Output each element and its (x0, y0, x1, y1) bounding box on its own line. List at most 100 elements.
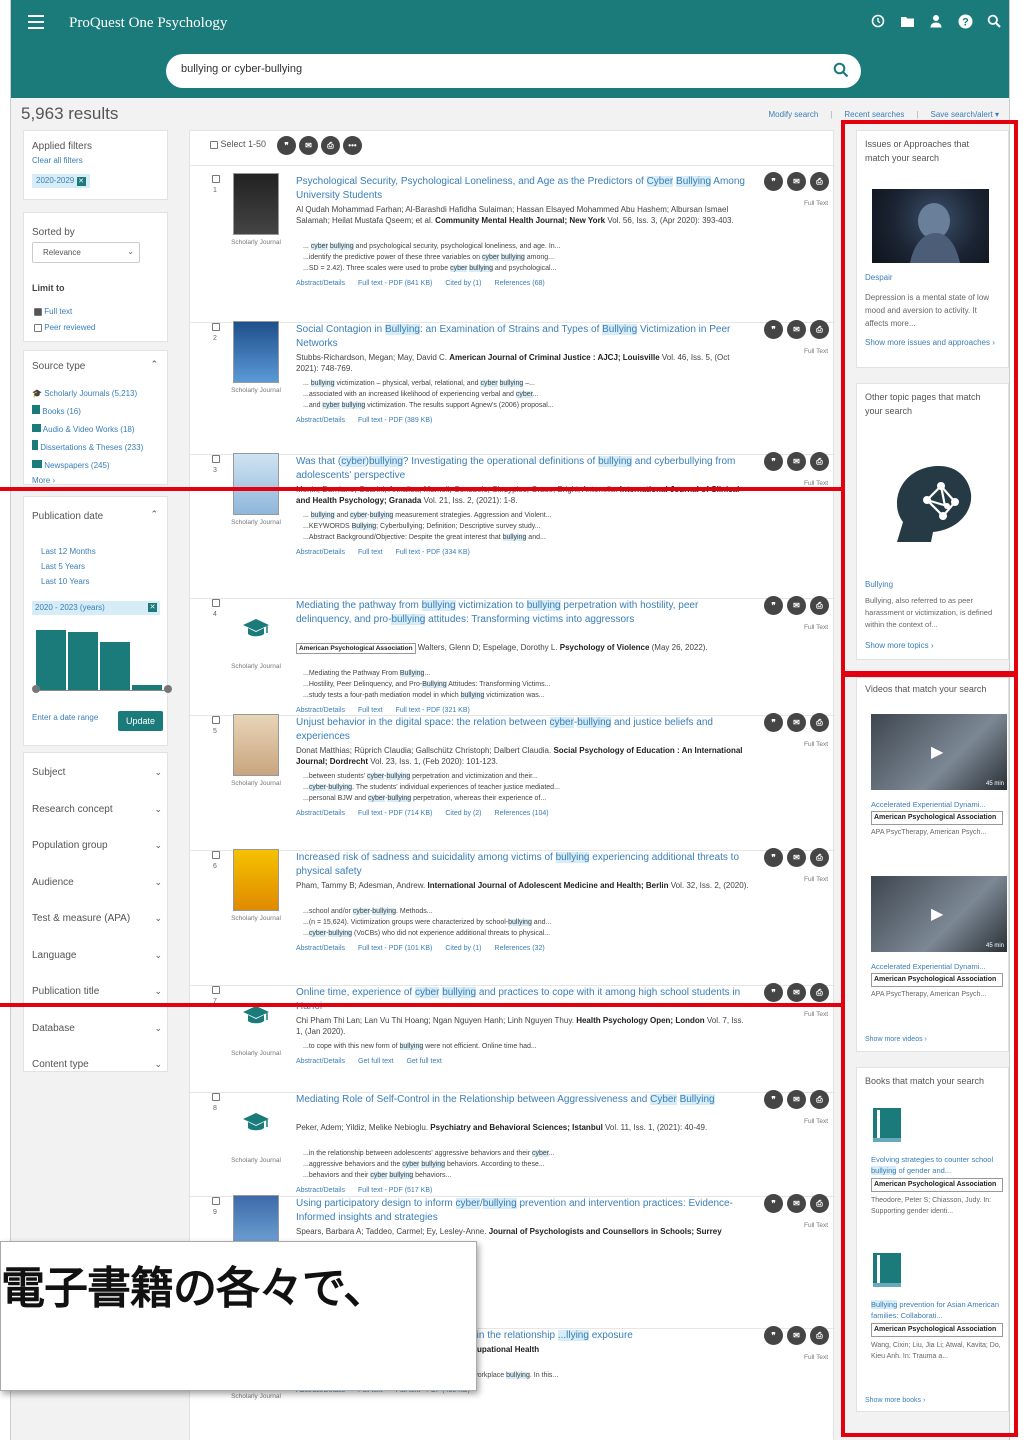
full-text-checkbox[interactable]: Full text (34, 307, 72, 316)
video-thumbnail[interactable]: ▶ 45 min (871, 714, 1007, 790)
record-checkbox[interactable] (212, 716, 220, 724)
record-checkbox[interactable] (212, 323, 220, 331)
print-icon[interactable]: ⎙ (810, 1194, 829, 1213)
help-icon[interactable]: ? (956, 12, 974, 30)
histogram-bar[interactable] (132, 684, 162, 690)
applied-filter-tag[interactable]: 2020-2029 ✕ (32, 174, 90, 188)
modify-search-link[interactable]: Modify search (769, 110, 819, 119)
email-icon[interactable]: ✉ (787, 983, 806, 1002)
facet-content-type[interactable]: Content type ⌄ (32, 1059, 162, 1070)
print-icon[interactable]: ⎙ (810, 172, 829, 191)
head-network-icon[interactable] (879, 462, 989, 554)
menu-icon[interactable] (28, 15, 44, 29)
chevron-up-icon[interactable]: ⌃ (150, 359, 158, 370)
cite-icon[interactable]: ❞ (764, 596, 783, 615)
print-icon[interactable]: ⎙ (810, 713, 829, 732)
cover-thumbnail[interactable] (233, 453, 279, 515)
record-link[interactable]: Abstract/Details (296, 810, 345, 817)
chevron-down-icon[interactable]: ⌄ (154, 1023, 162, 1034)
peer-reviewed-checkbox[interactable]: Peer reviewed (34, 323, 95, 332)
chevron-down-icon[interactable]: ⌄ (154, 913, 162, 924)
cover-thumbnail[interactable] (233, 849, 279, 911)
show-more-topics-link[interactable]: Show more topics › (865, 641, 933, 650)
print-icon[interactable]: ⎙ (810, 983, 829, 1002)
video-thumbnail[interactable]: ▶ 45 min (871, 876, 1007, 952)
sort-select[interactable]: Relevance ⌄ (32, 242, 140, 263)
cite-icon[interactable]: ❞ (764, 713, 783, 732)
range-slider-left-handle[interactable] (32, 685, 40, 693)
facet-subject[interactable]: Subject ⌄ (32, 767, 162, 778)
user-icon[interactable] (927, 12, 945, 30)
chevron-down-icon[interactable]: ⌄ (154, 767, 162, 778)
more-source-types-link[interactable]: More › (32, 476, 55, 485)
record-title-link[interactable]: Online time, experience of cyber bullyin… (296, 986, 751, 1014)
record-title-link[interactable]: Mediating Role of Self-Control in the Re… (296, 1093, 751, 1107)
email-icon[interactable]: ✉ (787, 172, 806, 191)
publication-date-title[interactable]: Publication date (32, 511, 103, 522)
record-title-link[interactable]: Social Contagion in Bullying: an Examina… (296, 323, 751, 351)
book-item[interactable]: Evolving strategies to counter school bu… (871, 1106, 1005, 1217)
search-icon[interactable] (985, 12, 1003, 30)
search-button-icon[interactable] (833, 62, 849, 83)
cite-icon[interactable]: ❞ (277, 136, 296, 155)
facet-publication-title[interactable]: Publication title ⌄ (32, 986, 162, 997)
video-title-link[interactable]: Accelerated Experiential Dynami... (871, 800, 1007, 809)
email-icon[interactable]: ✉ (299, 136, 318, 155)
print-icon[interactable]: ⎙ (810, 1090, 829, 1109)
source-item-audio-video[interactable]: Audio & Video Works (18) (32, 421, 143, 439)
record-link[interactable]: Get full text (358, 1058, 393, 1065)
record-link[interactable]: Abstract/Details (296, 280, 345, 287)
facet-language[interactable]: Language ⌄ (32, 950, 162, 961)
show-more-videos-link[interactable]: Show more videos › (865, 1036, 927, 1043)
facet-research-concept[interactable]: Research concept ⌄ (32, 804, 162, 815)
print-icon[interactable]: ⎙ (321, 136, 340, 155)
clear-all-filters-link[interactable]: Clear all filters (32, 156, 83, 165)
folder-icon[interactable] (898, 12, 916, 30)
cite-icon[interactable]: ❞ (764, 172, 783, 191)
record-link[interactable]: Abstract/Details (296, 549, 345, 556)
record-title-link[interactable]: Mediating the pathway from bullying vict… (296, 599, 751, 627)
record-title-link[interactable]: Using participatory design to inform cyb… (296, 1197, 751, 1225)
record-link[interactable]: Full text - PDF (389 KB) (358, 417, 432, 424)
record-checkbox[interactable] (212, 455, 220, 463)
record-link[interactable]: Abstract/Details (296, 1058, 345, 1065)
record-link[interactable]: References (104) (495, 810, 549, 817)
record-checkbox[interactable] (212, 851, 220, 859)
video-item[interactable]: ▶ 45 min Accelerated Experiential Dynami..… (871, 876, 1007, 998)
record-link[interactable]: Full text - PDF (841 KB) (358, 280, 432, 287)
record-checkbox[interactable] (212, 1197, 220, 1205)
play-icon[interactable]: ▶ (931, 904, 943, 924)
video-item[interactable]: ▶ 45 min Accelerated Experiential Dynami..… (871, 714, 1007, 836)
checkbox-checked-icon[interactable] (34, 307, 42, 316)
record-link[interactable]: Full text (358, 707, 383, 714)
cite-icon[interactable]: ❞ (764, 320, 783, 339)
email-icon[interactable]: ✉ (787, 320, 806, 339)
record-link[interactable]: Full text - PDF (321 KB) (396, 707, 470, 714)
record-link[interactable]: References (32) (495, 945, 545, 952)
record-link[interactable]: Full text (358, 549, 383, 556)
chevron-down-icon[interactable]: ⌄ (154, 950, 162, 961)
email-icon[interactable]: ✉ (787, 452, 806, 471)
date-histogram[interactable] (36, 623, 168, 691)
checkbox-icon[interactable] (210, 140, 218, 149)
date-range-tag[interactable]: 2020 - 2023 (years) ✕ (32, 601, 160, 615)
email-icon[interactable]: ✉ (787, 1194, 806, 1213)
history-icon[interactable] (869, 12, 887, 30)
print-icon[interactable]: ⎙ (810, 596, 829, 615)
app-title[interactable]: ProQuest One Psychology (69, 15, 227, 32)
search-input[interactable] (181, 63, 801, 75)
video-title-link[interactable]: Accelerated Experiential Dynami... (871, 962, 1007, 971)
select-all-control[interactable]: Select 1-50 (210, 139, 266, 149)
cite-icon[interactable]: ❞ (764, 1090, 783, 1109)
save-search-link[interactable]: Save search/alert ▾ (930, 110, 999, 119)
record-checkbox[interactable] (212, 986, 220, 994)
play-icon[interactable]: ▶ (931, 742, 943, 762)
histogram-bar[interactable] (100, 641, 130, 690)
print-icon[interactable]: ⎙ (810, 452, 829, 471)
cover-thumbnail[interactable] (233, 714, 279, 776)
email-icon[interactable]: ✉ (787, 596, 806, 615)
facet-test-measure-apa[interactable]: Test & measure (APA) ⌄ (32, 913, 162, 924)
show-more-issues-link[interactable]: Show more issues and approaches › (865, 336, 995, 349)
cover-thumbnail[interactable] (233, 173, 279, 235)
date-preset-10-years[interactable]: Last 10 Years (41, 574, 96, 589)
